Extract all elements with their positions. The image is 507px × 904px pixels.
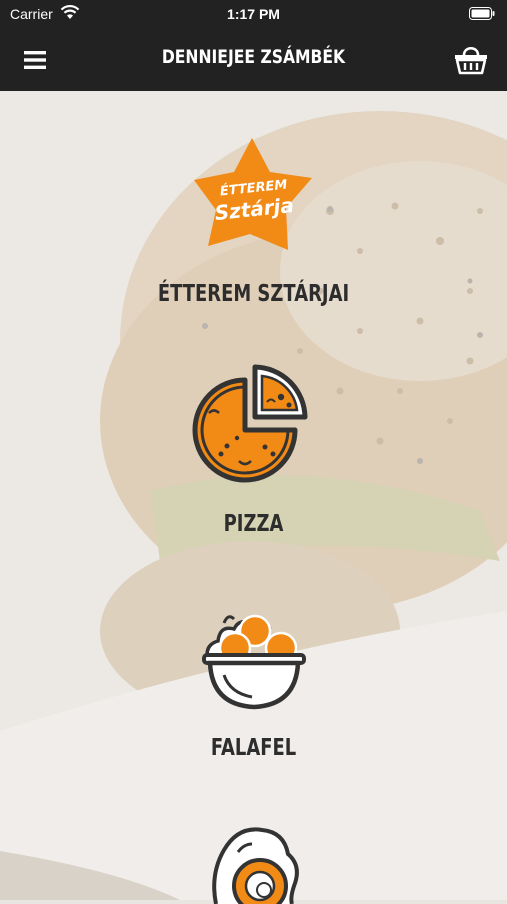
star-badge-icon: ÉTTEREM Sztárja bbox=[193, 138, 312, 250]
falafel-bowl-icon bbox=[201, 614, 306, 710]
category-pizza[interactable]: PIZZA bbox=[0, 363, 507, 537]
status-time: 1:17 PM bbox=[227, 6, 280, 22]
battery-icon bbox=[469, 7, 495, 20]
page-title: DENNIEJEE ZSÁMBÉK bbox=[161, 46, 346, 68]
category-label: FALAFEL bbox=[210, 735, 297, 761]
category-list: ÉTTEREM Sztárja ÉTTEREM SZTÁRJAI PIZZA F… bbox=[0, 91, 507, 904]
status-bar: Carrier 1:17 PM bbox=[0, 0, 507, 28]
fried-egg-icon bbox=[211, 827, 299, 904]
category-etterem-sztarjai[interactable]: ÉTTEREM Sztárja ÉTTEREM SZTÁRJAI bbox=[0, 134, 507, 307]
navigation-bar: DENNIEJEE ZSÁMBÉK bbox=[0, 28, 507, 91]
category-falafel[interactable]: FALAFEL bbox=[0, 595, 507, 761]
category-label: ÉTTEREM SZTÁRJAI bbox=[157, 281, 350, 307]
pizza-icon bbox=[192, 364, 307, 483]
category-egg[interactable] bbox=[0, 824, 507, 904]
category-label: PIZZA bbox=[223, 511, 284, 537]
shopping-basket-icon[interactable] bbox=[453, 42, 489, 76]
